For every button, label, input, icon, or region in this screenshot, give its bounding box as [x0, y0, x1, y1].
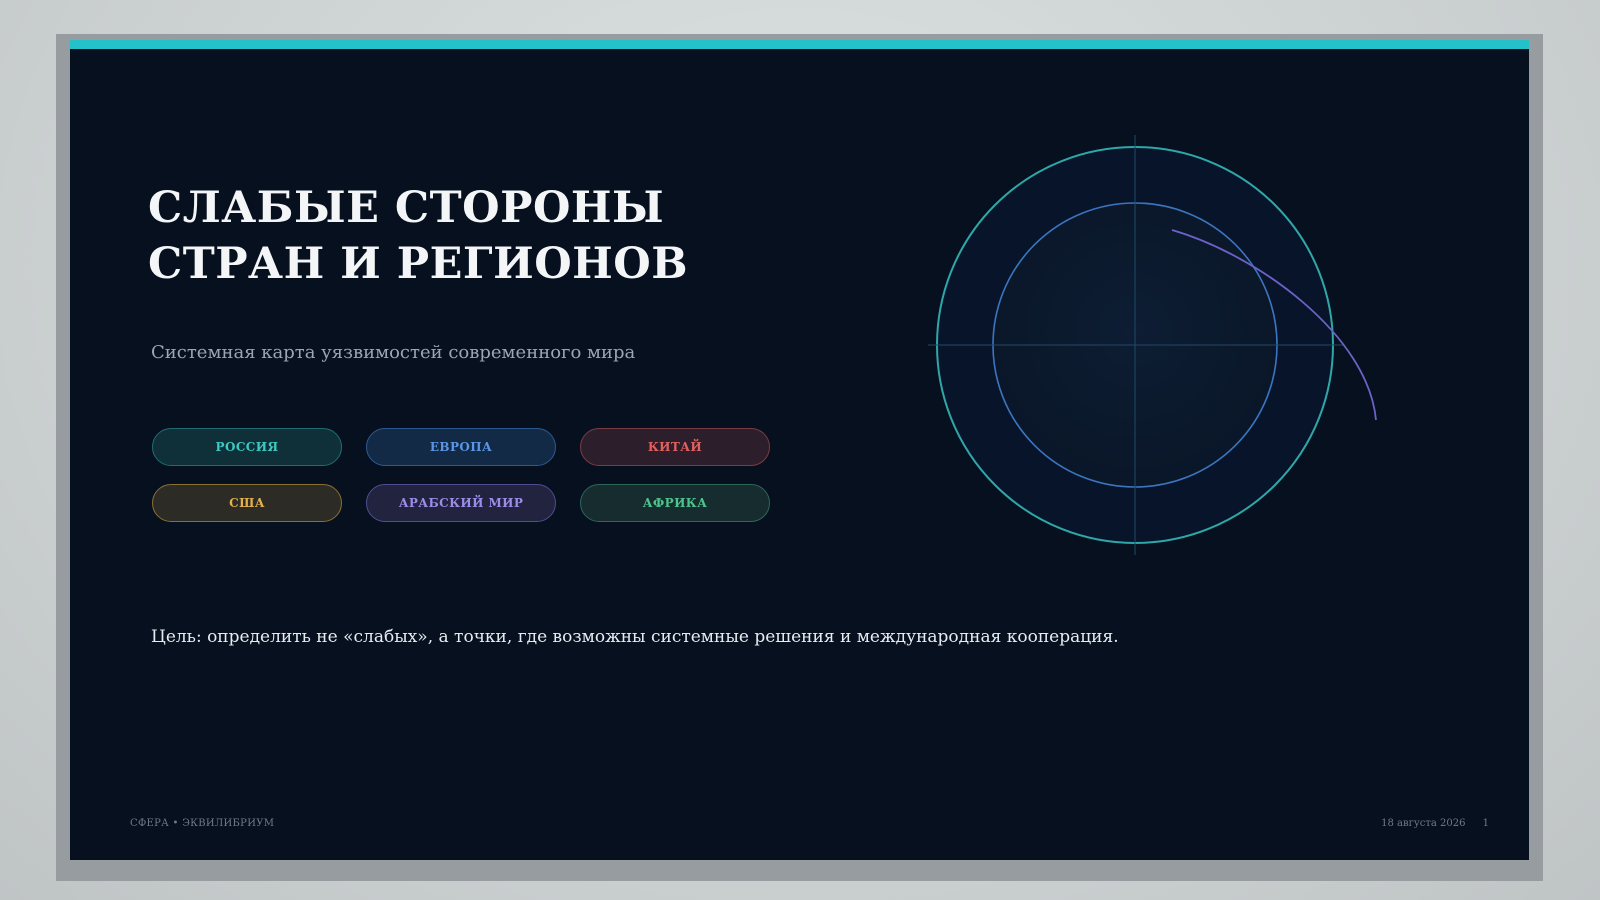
tag-china[interactable]: КИТАЙ — [580, 428, 770, 466]
title-line-1: СЛАБЫЕ СТОРОНЫ — [148, 183, 665, 233]
accent-bar — [70, 40, 1529, 49]
tag-africa[interactable]: АФРИКА — [580, 484, 770, 522]
slide-title: СЛАБЫЕ СТОРОНЫ СТРАН И РЕГИОНОВ — [148, 180, 688, 292]
globe-graphic — [928, 135, 1377, 555]
footer-meta: 18 августа 2026 1 — [1381, 818, 1489, 829]
footer-brand: СФЕРА • ЭКВИЛИБРИУМ — [130, 818, 275, 829]
presentation-canvas: СЛАБЫЕ СТОРОНЫ СТРАН И РЕГИОНОВ Системна… — [0, 0, 1600, 900]
tag-arab-world[interactable]: АРАБСКИЙ МИР — [366, 484, 556, 522]
tag-europe[interactable]: ЕВРОПА — [366, 428, 556, 466]
tag-usa[interactable]: США — [152, 484, 342, 522]
title-line-2: СТРАН И РЕГИОНОВ — [148, 239, 689, 289]
footer-date: 18 августа 2026 — [1381, 818, 1466, 829]
slide: СЛАБЫЕ СТОРОНЫ СТРАН И РЕГИОНОВ Системна… — [70, 40, 1529, 860]
tag-russia[interactable]: РОССИЯ — [152, 428, 342, 466]
slide-goal-text: Цель: определить не «слабых», а точки, г… — [151, 627, 1119, 647]
slide-subtitle: Системная карта уязвимостей современного… — [151, 342, 636, 363]
page-number: 1 — [1482, 818, 1489, 829]
